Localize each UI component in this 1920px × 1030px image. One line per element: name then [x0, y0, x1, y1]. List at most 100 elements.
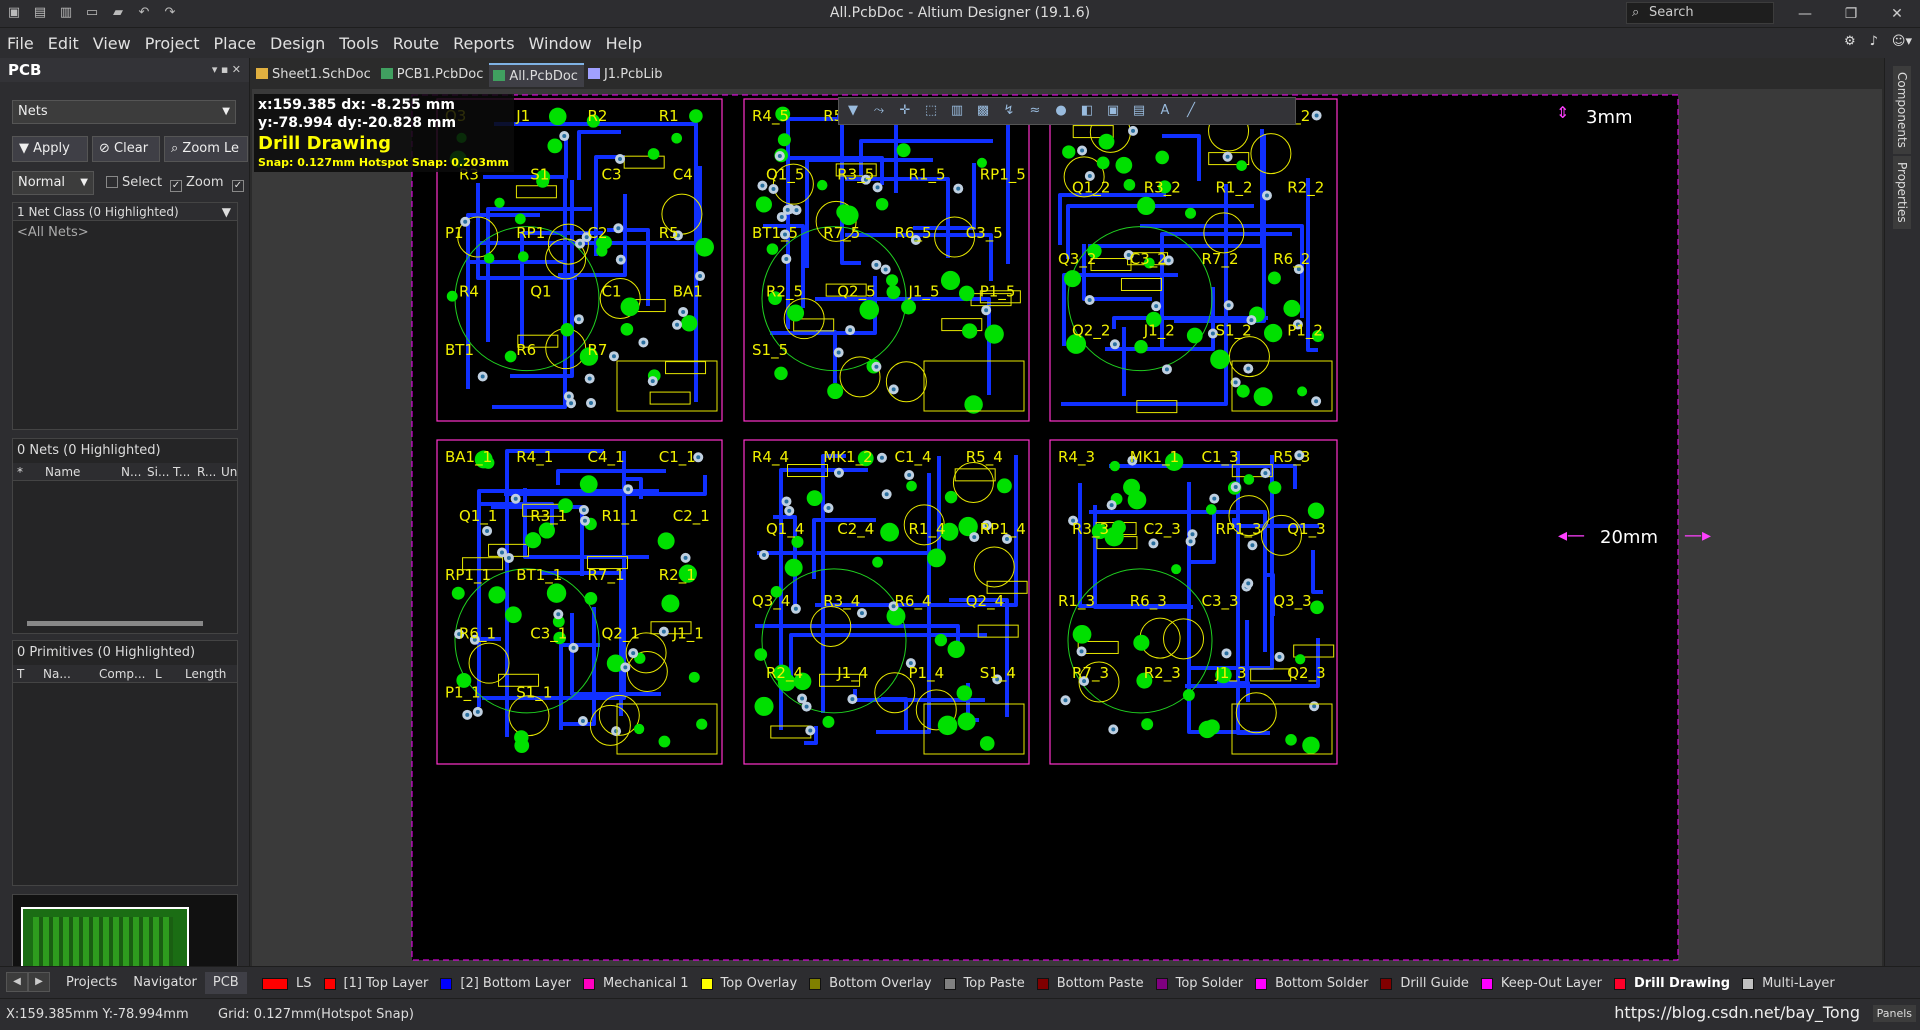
- gear-icon[interactable]: ⚙: [1844, 34, 1856, 49]
- panel-tab-navigator[interactable]: Navigator: [125, 972, 205, 994]
- panel-tab-projects[interactable]: Projects: [58, 972, 125, 994]
- layer-tab-bottom-paste[interactable]: Bottom Paste: [1031, 974, 1150, 994]
- pcb-canvas[interactable]: Q3J1R2R1R3S1C3C4P1RP1C2R5R4Q1C1BA1BT1R6R…: [252, 89, 1882, 966]
- layer-tab-drill-guide[interactable]: Drill Guide: [1374, 974, 1475, 994]
- open-folder-icon[interactable]: ▰: [110, 5, 126, 21]
- fill-icon[interactable]: ◧: [1079, 103, 1095, 119]
- tab-sheet1-schdoc[interactable]: Sheet1.SchDoc: [252, 63, 377, 87]
- col-type[interactable]: T: [17, 665, 24, 683]
- search-box[interactable]: ⌕ Search: [1626, 2, 1774, 24]
- col-prim-name[interactable]: Na...: [43, 665, 71, 683]
- col-length[interactable]: Length: [185, 665, 226, 683]
- all-nets-item[interactable]: <All Nets>: [17, 225, 89, 240]
- checkbox-extra[interactable]: ✓: [232, 173, 248, 193]
- layer-tab-ls[interactable]: LS: [256, 974, 318, 994]
- menu-file[interactable]: File: [0, 34, 41, 53]
- col-name[interactable]: Name: [45, 463, 80, 481]
- layer-tab-multi-layer[interactable]: Multi-Layer: [1736, 974, 1841, 994]
- select-checkbox[interactable]: Select: [106, 173, 162, 193]
- smd-pad: [688, 671, 700, 683]
- col-layer[interactable]: L: [155, 665, 162, 683]
- layer-tab-top-solder[interactable]: Top Solder: [1150, 974, 1249, 994]
- tab-pcb1-pcbdoc[interactable]: PCB1.PcbDoc: [377, 63, 490, 87]
- col-component[interactable]: Comp...: [99, 665, 145, 683]
- drill-hole: [1087, 297, 1092, 302]
- layer-tab-label: Top Solder: [1175, 976, 1244, 991]
- chevron-left-icon[interactable]: ◀: [6, 972, 28, 992]
- redo-icon[interactable]: ↷: [162, 5, 178, 21]
- menu-edit[interactable]: Edit: [41, 34, 86, 53]
- h-scrollbar[interactable]: [27, 621, 203, 626]
- col-unrouted[interactable]: Un: [221, 463, 237, 481]
- menu-route[interactable]: Route: [386, 34, 446, 53]
- via-icon[interactable]: ●: [1053, 103, 1069, 119]
- keepout-icon[interactable]: ▣: [1105, 103, 1121, 119]
- close-button[interactable]: ✕: [1874, 0, 1920, 28]
- zoom-checkbox[interactable]: ✓ Zoom: [170, 173, 223, 193]
- open-icon[interactable]: ▭: [84, 5, 100, 21]
- panel-controls-icon[interactable]: ▾ ▪ ✕: [212, 58, 241, 82]
- col-signal[interactable]: Si...: [147, 463, 169, 481]
- menu-design[interactable]: Design: [263, 34, 332, 53]
- user-icon[interactable]: ☺▾: [1892, 34, 1912, 49]
- layer-tab-bottom-solder[interactable]: Bottom Solder: [1249, 974, 1374, 994]
- tab-all-pcbdoc[interactable]: All.PcbDoc: [489, 63, 584, 87]
- minimize-button[interactable]: —: [1782, 0, 1828, 28]
- dimension-icon[interactable]: ▤: [1131, 103, 1147, 119]
- layer-tab-1-top-layer[interactable]: [1] Top Layer: [318, 974, 435, 994]
- layer-tab-drill-drawing[interactable]: Drill Drawing: [1608, 974, 1736, 994]
- interactive-route-icon[interactable]: ↯: [1001, 103, 1017, 119]
- smd-pad: [1268, 481, 1282, 495]
- bell-icon[interactable]: ♪: [1870, 34, 1878, 49]
- tab-properties[interactable]: Properties: [1893, 156, 1911, 229]
- layer-tab-bottom-overlay[interactable]: Bottom Overlay: [803, 974, 937, 994]
- menu-project[interactable]: Project: [138, 34, 207, 53]
- tab-j1-pcblib[interactable]: J1.PcbLib: [584, 63, 669, 87]
- designator-label: BA1_1: [445, 448, 492, 467]
- layer-tab-keep-out-layer[interactable]: Keep-Out Layer: [1475, 974, 1608, 994]
- drill-hole: [1263, 471, 1268, 476]
- menu-help[interactable]: Help: [599, 34, 649, 53]
- smd-pad: [689, 109, 703, 123]
- tab-components[interactable]: Components: [1893, 66, 1911, 154]
- smd-pad: [927, 548, 946, 568]
- layer-tab-top-paste[interactable]: Top Paste: [938, 974, 1031, 994]
- col-total[interactable]: T...: [173, 463, 190, 481]
- mask-mode-select[interactable]: Normal ▼: [12, 171, 94, 195]
- net-class-header[interactable]: 1 Net Class (0 Highlighted) ▼: [13, 203, 237, 221]
- clear-button[interactable]: ⊘ Clear: [92, 136, 160, 162]
- maximize-button[interactable]: ❐: [1828, 0, 1874, 28]
- menu-window[interactable]: Window: [522, 34, 599, 53]
- layer-tab-top-overlay[interactable]: Top Overlay: [695, 974, 804, 994]
- chevron-right-icon[interactable]: ▶: [28, 972, 50, 992]
- line-icon[interactable]: ╱: [1183, 103, 1199, 119]
- designator-label: C1: [602, 283, 622, 301]
- layer-tab-mechanical-1[interactable]: Mechanical 1: [577, 974, 695, 994]
- smd-pad: [546, 583, 567, 603]
- filter-icon[interactable]: ▼: [845, 103, 861, 119]
- align-icon[interactable]: ▥: [949, 103, 965, 119]
- menu-reports[interactable]: Reports: [446, 34, 521, 53]
- app-icon[interactable]: ▣: [6, 5, 22, 21]
- undo-icon[interactable]: ↶: [136, 5, 152, 21]
- col-star[interactable]: *: [17, 463, 23, 481]
- apply-button[interactable]: ▼ Apply: [12, 136, 88, 162]
- zoom-level-button[interactable]: ⌕ Zoom Le: [164, 136, 248, 162]
- panels-button[interactable]: Panels: [1872, 1005, 1916, 1022]
- select-rect-icon[interactable]: ⬚: [923, 103, 939, 119]
- col-nodes[interactable]: N...: [121, 463, 141, 481]
- menu-tools[interactable]: Tools: [332, 34, 385, 53]
- text-icon[interactable]: A: [1157, 103, 1173, 119]
- layer-tab-2-bottom-layer[interactable]: [2] Bottom Layer: [434, 974, 577, 994]
- diff-pair-icon[interactable]: ≈: [1027, 103, 1043, 119]
- panel-tab-pcb[interactable]: PCB: [204, 972, 247, 994]
- menu-place[interactable]: Place: [206, 34, 263, 53]
- route-icon[interactable]: ⤳: [871, 103, 887, 119]
- save-all-icon[interactable]: ▥: [58, 5, 74, 21]
- component-icon[interactable]: ▩: [975, 103, 991, 119]
- save-icon[interactable]: ▤: [32, 5, 48, 21]
- menu-view[interactable]: View: [86, 34, 138, 53]
- col-routed[interactable]: R...: [197, 463, 216, 481]
- pcb-mode-select[interactable]: Nets ▼: [12, 100, 236, 124]
- cross-icon[interactable]: ✛: [897, 103, 913, 119]
